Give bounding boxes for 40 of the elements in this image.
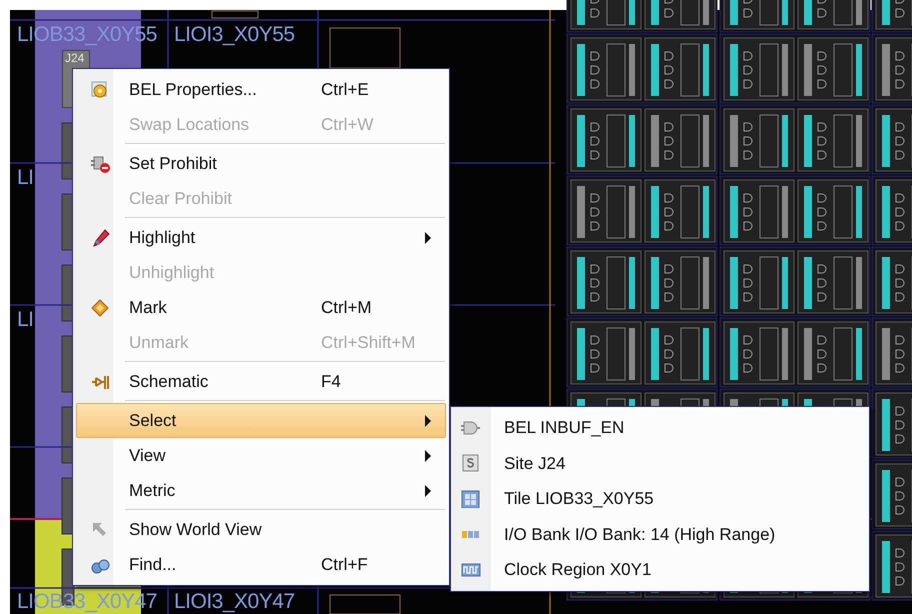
menu-item[interactable]: Select (76, 403, 446, 438)
menu-item[interactable]: Tile LIOB33_X0Y55 (454, 481, 866, 516)
menu-item[interactable]: Metric (76, 473, 446, 508)
buffer-icon (461, 418, 481, 437)
clock-wave-icon (461, 560, 481, 579)
tile-label: LIOI3_X0Y55 (174, 23, 295, 47)
site-icon (461, 454, 481, 472)
menu-item[interactable]: Schematic F4 (76, 364, 446, 399)
submenu-arrow-icon (425, 484, 431, 496)
gear-icon (90, 80, 110, 98)
menu-item[interactable]: Set Prohibit (76, 146, 446, 181)
menu-item[interactable]: BEL Properties... Ctrl+E (76, 72, 446, 107)
tile-outline (212, 10, 258, 18)
grid-icon (461, 490, 481, 508)
clb-tile (872, 318, 912, 388)
clb-tile (872, 246, 912, 316)
tile-label: LI (17, 308, 34, 332)
tile-label: LIOI3_X0Y47 (174, 590, 295, 614)
submenu-arrow-icon (425, 414, 431, 426)
menu-item[interactable]: Find... Ctrl+F (76, 547, 446, 582)
menu-item[interactable]: BEL INBUF_EN (454, 410, 866, 446)
tile-label: LI (17, 166, 34, 190)
clb-tile (872, 0, 912, 32)
clb-tile (872, 104, 912, 174)
menu-item[interactable]: View (76, 438, 446, 473)
submenu-arrow-icon (425, 450, 431, 462)
tile-outline (330, 28, 400, 68)
menu-item[interactable]: Clock Region X0Y1 (454, 552, 866, 588)
clb-tile (872, 176, 912, 246)
submenu-arrow-icon (425, 232, 431, 244)
menu-item[interactable]: Show World View (76, 512, 446, 547)
menu-item[interactable]: Site J24 (454, 446, 866, 481)
marker-icon (90, 228, 110, 246)
site-label: J24 (65, 51, 84, 65)
menu-item[interactable]: Mark Ctrl+M (76, 290, 446, 325)
menu-item[interactable]: I/O Bank I/O Bank: 14 (High Range) (454, 516, 866, 552)
diamond-icon (90, 298, 110, 316)
plug-prohibit-icon (90, 154, 110, 172)
tile-outline (330, 594, 400, 614)
menu-item[interactable]: Highlight (76, 220, 446, 255)
